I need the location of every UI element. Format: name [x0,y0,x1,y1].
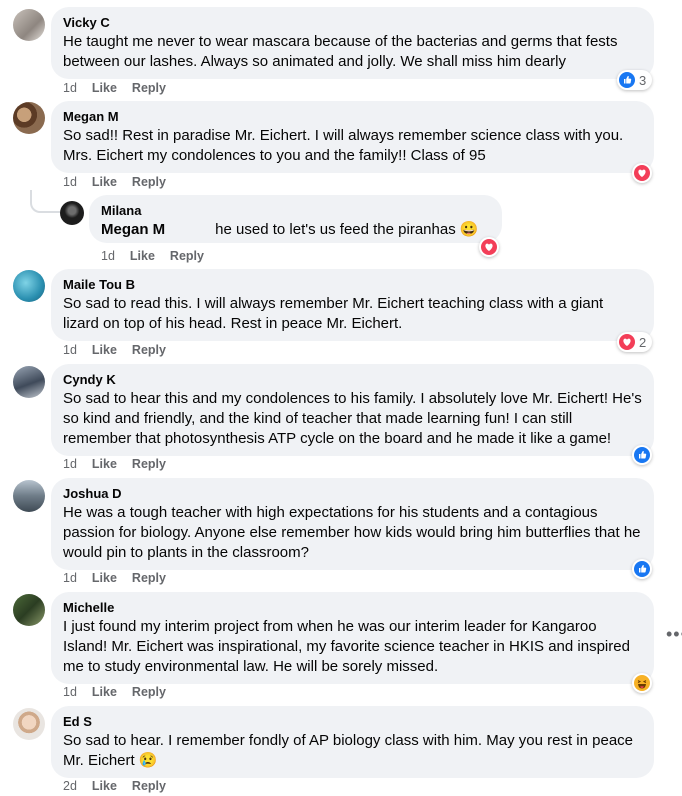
comment-bubble: Vicky C He taught me never to wear masca… [51,7,654,79]
like-reaction-icon [619,72,635,88]
comment-text: So sad to read this. I will always remem… [63,295,604,332]
comment-author[interactable]: Megan M [63,109,642,125]
avatar[interactable] [13,9,45,41]
reply-button[interactable]: Reply [132,685,166,699]
comment-text: He was a tough teacher with high expecta… [63,504,641,561]
avatar[interactable] [13,102,45,134]
haha-reaction-icon [634,675,650,691]
reply-button[interactable]: Reply [132,779,166,793]
comment-author[interactable]: Ed S [63,714,642,730]
thread-connector [30,190,60,213]
comment-time[interactable]: 1d [63,457,77,471]
comment-text: So sad to hear. I remember fondly of AP … [63,732,634,769]
comment-time[interactable]: 1d [63,343,77,357]
reply-button[interactable]: Reply [132,571,166,585]
comment-actions: 1d Like Reply [63,342,181,358]
more-options-icon[interactable]: ••• [666,625,682,643]
comment-author[interactable]: Vicky C [63,15,642,31]
reaction-badge[interactable]: 3 [617,70,653,90]
like-button[interactable]: Like [92,779,117,793]
comment-bubble: Cyndy K So sad to hear this and my condo… [51,364,654,456]
comment-actions: 1d Like Reply [63,684,181,700]
avatar[interactable] [60,201,84,225]
avatar[interactable] [13,480,45,512]
comment-bubble: Ed S So sad to hear. I remember fondly o… [51,706,654,778]
comment-author[interactable]: Cyndy K [63,372,642,388]
comment-text: I just found my interim project from whe… [63,618,630,675]
reaction-count: 3 [639,72,647,88]
reply-button[interactable]: Reply [170,249,204,263]
reaction-badge[interactable] [632,673,652,693]
comment-time[interactable]: 1d [63,571,77,585]
comment-actions: 2d Like Reply [63,778,181,794]
comment-actions: 1d Like Reply [63,456,181,472]
comment-author[interactable]: Joshua D [63,486,642,502]
love-reaction-icon [481,239,497,255]
avatar[interactable] [13,270,45,302]
comment-text: Megan M he used to let's us feed the pira… [101,220,490,240]
reaction-count: 2 [639,334,647,350]
comment-time[interactable]: 1d [63,685,77,699]
reaction-badge[interactable] [632,559,652,579]
like-reaction-icon [634,561,650,577]
avatar[interactable] [13,708,45,740]
comment-text: He taught me never to wear mascara becau… [63,33,618,70]
reaction-badge[interactable] [479,237,499,257]
reaction-badge[interactable] [632,445,652,465]
like-button[interactable]: Like [92,685,117,699]
mention-link[interactable]: Megan M [101,221,165,238]
reply-button[interactable]: Reply [132,175,166,189]
reply-text: he used to let's us feed the piranhas 😀 [215,221,479,238]
comment-author[interactable]: Michelle [63,600,642,616]
comment-bubble: Maile Tou B So sad to read this. I will … [51,269,654,341]
comment-text: So sad!! Rest in paradise Mr. Eichert. I… [63,127,624,164]
comment-time[interactable]: 1d [63,175,77,189]
comment-bubble: Joshua D He was a tough teacher with hig… [51,478,654,570]
reaction-badge[interactable] [632,163,652,183]
reaction-badge[interactable]: 2 [617,332,653,352]
avatar[interactable] [13,594,45,626]
avatar[interactable] [13,366,45,398]
comment-text: So sad to hear this and my condolences t… [63,390,642,447]
comment-author[interactable]: Maile Tou B [63,277,642,293]
comment-actions: 1d Like Reply [101,248,219,264]
like-button[interactable]: Like [130,249,155,263]
like-button[interactable]: Like [92,81,117,95]
comment-actions: 1d Like Reply [63,80,181,96]
comment-time[interactable]: 1d [63,81,77,95]
comment-time[interactable]: 1d [101,249,115,263]
comment-bubble: Michelle I just found my interim project… [51,592,654,684]
reply-button[interactable]: Reply [132,81,166,95]
comment-actions: 1d Like Reply [63,570,181,586]
like-reaction-icon [634,447,650,463]
comment-bubble: Milana Megan M he used to let's us feed t… [89,195,502,243]
like-button[interactable]: Like [92,457,117,471]
like-button[interactable]: Like [92,343,117,357]
comment-actions: 1d Like Reply [63,174,181,190]
comment-author[interactable]: Milana [101,203,490,219]
like-button[interactable]: Like [92,175,117,189]
love-reaction-icon [619,334,635,350]
like-button[interactable]: Like [92,571,117,585]
comment-time[interactable]: 2d [63,779,77,793]
reply-button[interactable]: Reply [132,343,166,357]
love-reaction-icon [634,165,650,181]
comment-bubble: Megan M So sad!! Rest in paradise Mr. Ei… [51,101,654,173]
reply-button[interactable]: Reply [132,457,166,471]
